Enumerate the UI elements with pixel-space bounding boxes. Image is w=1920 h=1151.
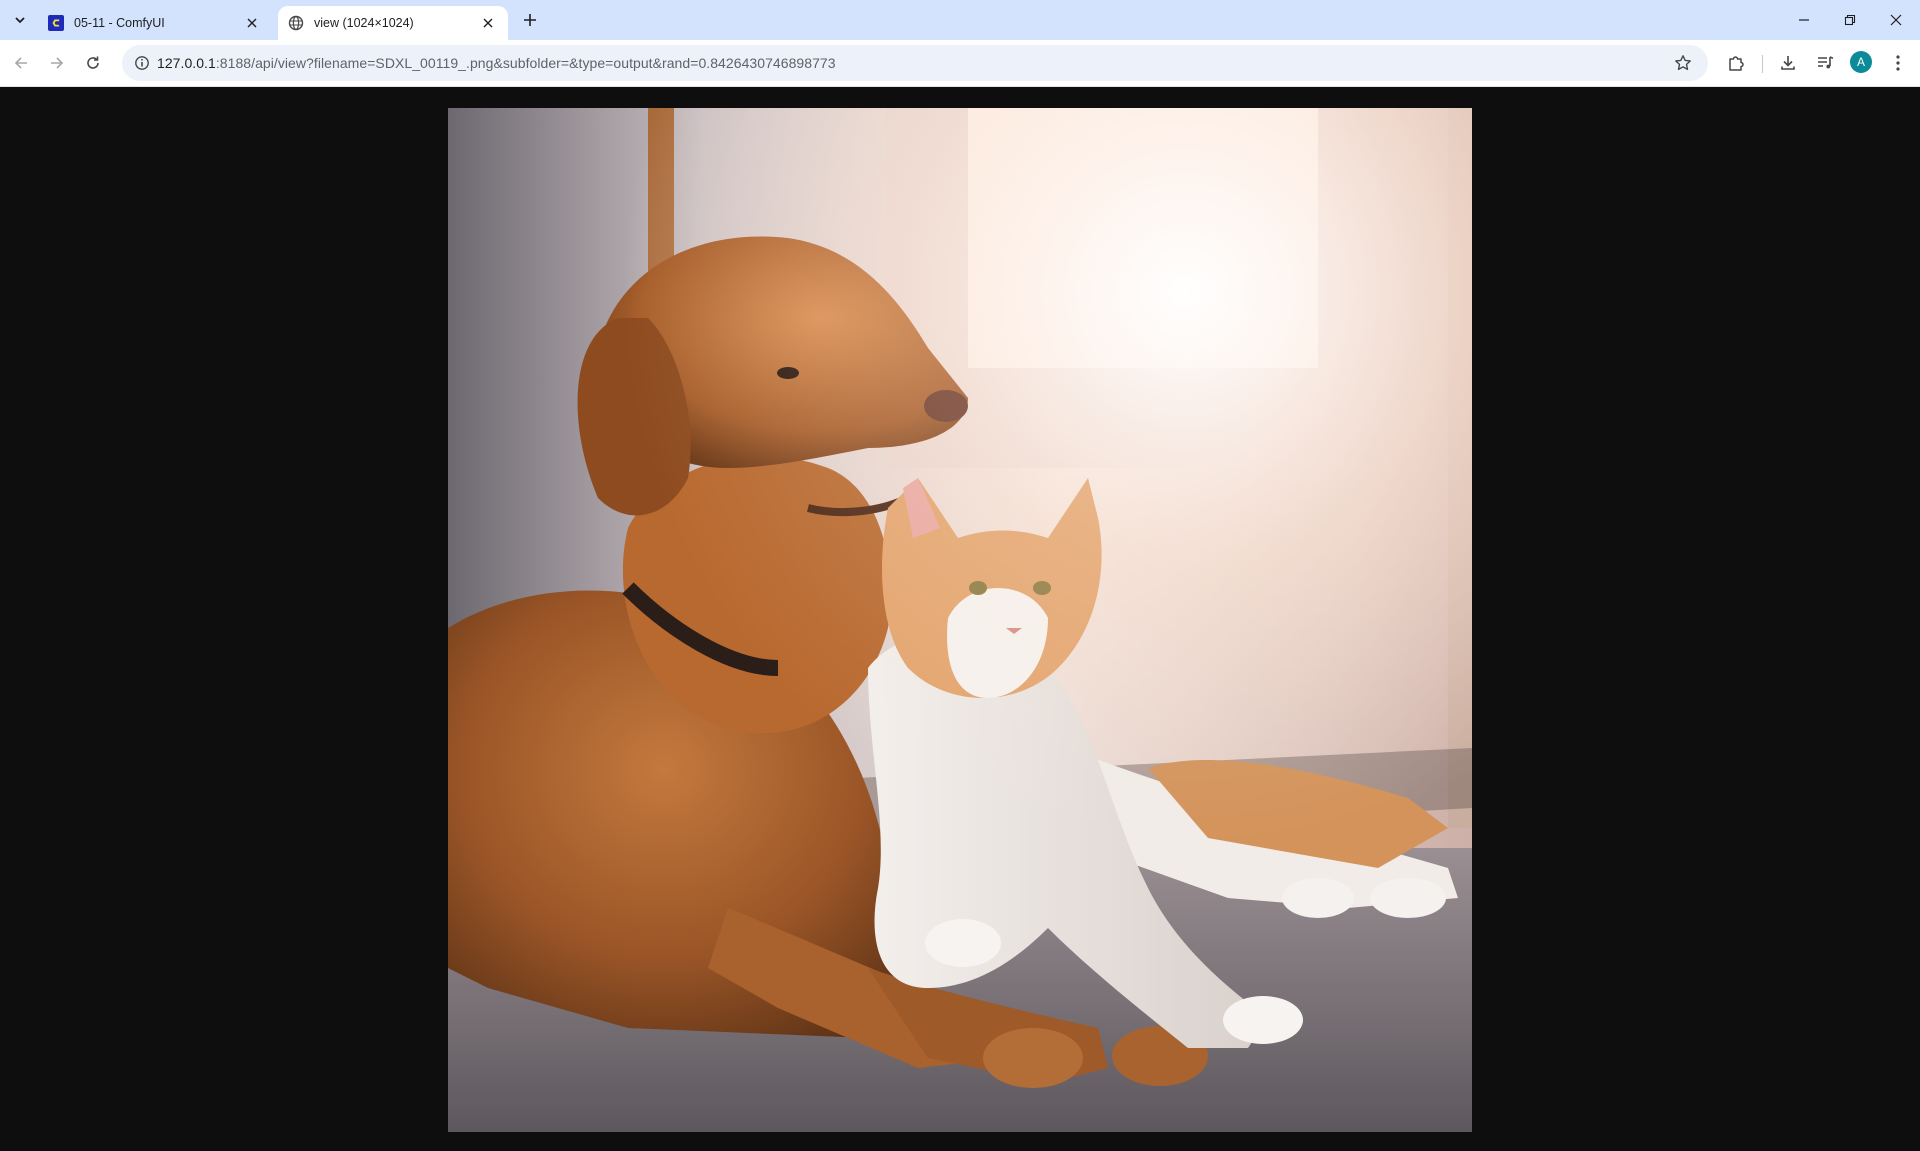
restore-button[interactable]	[1828, 0, 1872, 40]
back-button[interactable]	[6, 48, 36, 78]
playlist-music-icon	[1818, 56, 1834, 69]
tab-search-button[interactable]	[6, 8, 34, 32]
close-window-button[interactable]	[1874, 0, 1918, 40]
globe-icon	[288, 15, 304, 31]
reload-icon	[87, 56, 99, 69]
url-text[interactable]: 127.0.0.1:8188/api/view?filename=SDXL_00…	[157, 55, 836, 71]
site-info-icon[interactable]	[130, 51, 154, 75]
more-vertical-icon	[1896, 55, 1900, 71]
minimize-button[interactable]	[1782, 0, 1826, 40]
menu-button[interactable]	[1884, 49, 1912, 77]
close-tab-icon[interactable]	[242, 13, 262, 33]
close-icon	[1890, 14, 1902, 26]
new-tab-button[interactable]	[518, 8, 542, 32]
url-path: :8188/api/view?filename=SDXL_00119_.png&…	[215, 55, 836, 71]
extensions-button[interactable]	[1722, 49, 1750, 77]
arrow-left-icon	[14, 57, 27, 69]
minimize-icon	[1799, 19, 1809, 21]
tab-comfyui[interactable]: 05-11 - ComfyUI	[38, 6, 272, 40]
toolbar-divider	[1762, 55, 1763, 73]
media-controls-button[interactable]	[1811, 49, 1839, 77]
tab-title: 05-11 - ComfyUI	[74, 16, 165, 30]
download-icon	[1781, 56, 1795, 70]
photo-illustration	[448, 108, 1472, 1132]
browser-toolbar: 127.0.0.1:8188/api/view?filename=SDXL_00…	[0, 40, 1920, 87]
plus-icon	[524, 14, 536, 26]
arrow-right-icon	[51, 57, 64, 69]
tab-title: view (1024×1024)	[314, 16, 414, 30]
chevron-down-icon	[15, 17, 25, 24]
generated-image-dog-and-cat[interactable]	[448, 108, 1472, 1132]
tab-strip: 05-11 - ComfyUI view (1024×1024)	[0, 0, 1920, 40]
downloads-button[interactable]	[1774, 49, 1802, 77]
address-bar[interactable]: 127.0.0.1:8188/api/view?filename=SDXL_00…	[122, 45, 1708, 81]
puzzle-icon	[1729, 56, 1744, 71]
restore-icon	[1844, 14, 1856, 26]
forward-button[interactable]	[42, 48, 72, 78]
comfyui-logo-icon	[48, 15, 64, 31]
reload-button[interactable]	[78, 48, 108, 78]
url-host: 127.0.0.1	[157, 55, 216, 71]
bookmark-star-icon[interactable]	[1672, 52, 1694, 74]
image-viewer	[0, 87, 1920, 1151]
profile-avatar[interactable]: A	[1850, 51, 1872, 73]
tab-view[interactable]: view (1024×1024)	[278, 6, 508, 40]
close-tab-icon[interactable]	[478, 13, 498, 33]
